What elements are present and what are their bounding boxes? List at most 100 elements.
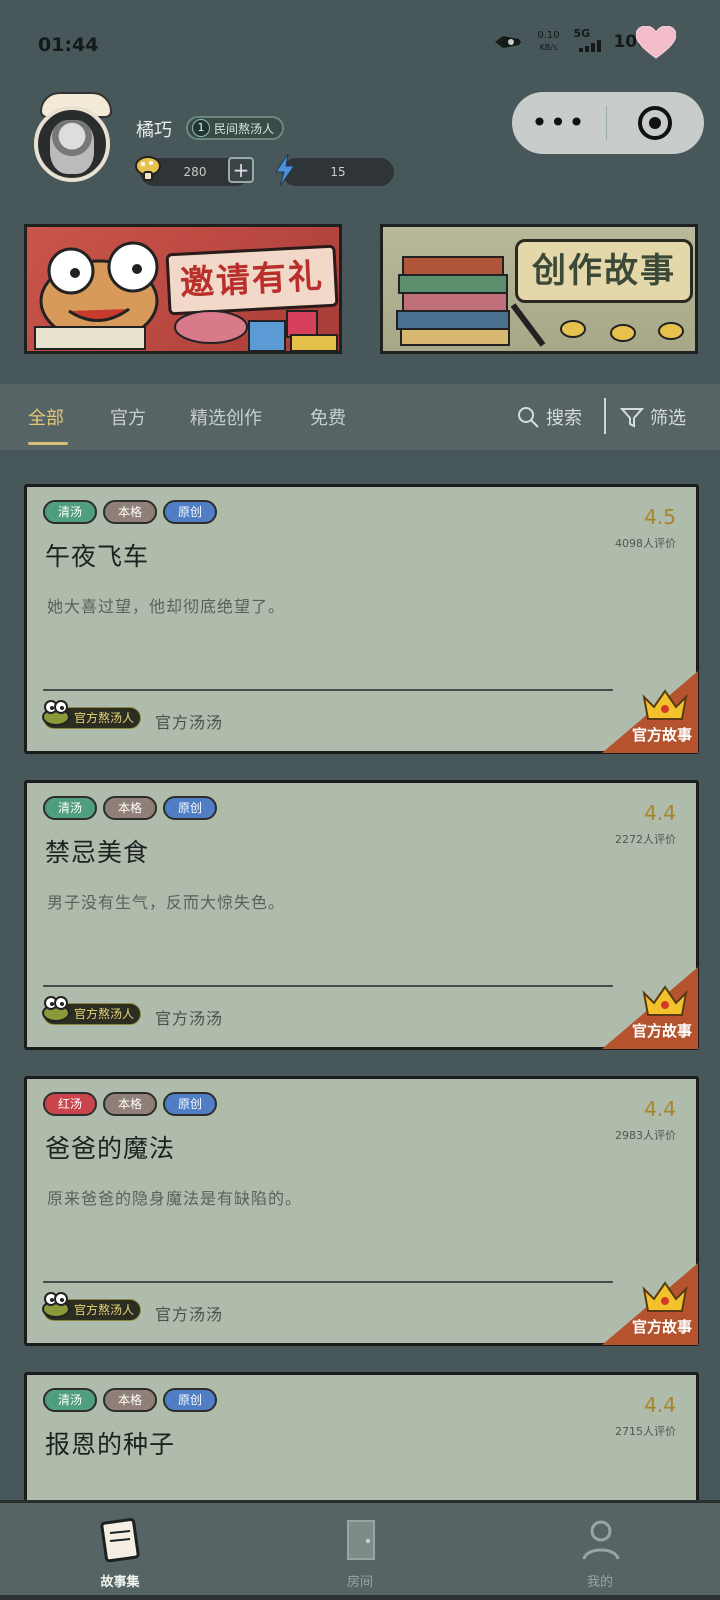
close-mini-program-button[interactable] <box>607 104 703 142</box>
story-card[interactable]: 清汤 本格 原创 4.5 4098人评价 午夜飞车 她大喜过望，他却彻底绝望了。… <box>24 484 699 754</box>
rating-score: 4.4 <box>644 801 676 825</box>
card-divider <box>43 689 613 691</box>
tag-genre: 本格 <box>103 500 157 524</box>
author-name[interactable]: 官方汤汤 <box>155 1301 223 1325</box>
search-icon <box>518 407 539 428</box>
story-card[interactable]: 清汤 本格 原创 4.4 2715人评价 报恩的种子 <box>24 1372 699 1512</box>
tab-featured[interactable]: 精选创作 <box>190 404 262 430</box>
person-icon <box>582 1520 620 1560</box>
crown-icon <box>642 689 688 720</box>
bottom-navigation: 故事集 房间 我的 <box>0 1500 720 1600</box>
target-icon <box>638 106 672 140</box>
avatar-photo <box>50 120 94 174</box>
energy-balance: 15 <box>282 158 394 186</box>
tab-official[interactable]: 官方 <box>110 404 146 430</box>
gift-boxes-illustration <box>174 310 338 351</box>
crown-icon <box>642 985 688 1016</box>
level-number: 1 <box>192 119 210 137</box>
tab-all[interactable]: 全部 <box>28 404 64 430</box>
nav-profile[interactable]: 我的 <box>480 1503 720 1600</box>
story-card[interactable]: 清汤 本格 原创 4.4 2272人评价 禁忌美食 男子没有生气，反而大惊失色。… <box>24 780 699 1050</box>
nav-profile-label: 我的 <box>586 1575 613 1590</box>
filter-button[interactable]: 筛选 <box>620 404 686 430</box>
story-book-icon <box>100 1517 140 1563</box>
avatar-ring <box>34 106 110 182</box>
tag-list: 清汤 本格 原创 <box>43 500 217 524</box>
heart-icon <box>636 26 676 59</box>
story-summary: 原来爸爸的隐身魔法是有缺陷的。 <box>47 1189 303 1208</box>
active-tab-indicator <box>28 442 68 445</box>
story-summary: 男子没有生气，反而大惊失色。 <box>47 893 286 912</box>
tag-soup-type: 清汤 <box>43 796 97 820</box>
tag-list: 清汤 本格 原创 <box>43 1388 217 1412</box>
tag-original: 原创 <box>163 500 217 524</box>
search-button[interactable]: 搜索 <box>516 404 582 430</box>
official-story-label: 官方故事 <box>631 726 692 744</box>
rating-score: 4.4 <box>644 1097 676 1121</box>
frog-avatar-icon <box>42 996 70 1022</box>
rating-score: 4.4 <box>644 1393 676 1417</box>
rating-count: 2272人评价 <box>615 833 676 846</box>
rating-score: 4.5 <box>644 505 676 529</box>
status-time: 01:44 <box>38 34 99 56</box>
rocket-icon <box>495 35 522 48</box>
user-level-badge: 1 民间熬汤人 <box>186 116 285 140</box>
tag-original: 原创 <box>163 796 217 820</box>
tag-soup-type: 红汤 <box>43 1092 97 1116</box>
lightning-icon <box>275 154 295 186</box>
tag-genre: 本格 <box>103 1092 157 1116</box>
rating-count: 2983人评价 <box>615 1129 676 1142</box>
nav-story-collection-label: 故事集 <box>100 1575 140 1590</box>
search-label: 搜索 <box>546 408 582 429</box>
avatar[interactable] <box>26 92 122 188</box>
frog-mascot-illustration <box>34 241 159 350</box>
tag-list: 清汤 本格 原创 <box>43 796 217 820</box>
gesture-bar <box>0 1595 720 1600</box>
tag-genre: 本格 <box>103 1388 157 1412</box>
door-icon <box>347 1520 375 1560</box>
create-story-banner-title: 创作故事 <box>515 239 693 303</box>
card-divider <box>43 1281 613 1283</box>
mushroom-icons <box>560 320 684 342</box>
net-speed: 0.10 KB/s <box>537 29 560 52</box>
nav-story-collection[interactable]: 故事集 <box>0 1503 240 1600</box>
tag-original: 原创 <box>163 1388 217 1412</box>
frog-avatar-icon <box>42 700 70 726</box>
tag-genre: 本格 <box>103 796 157 820</box>
username: 橘巧 <box>136 120 172 141</box>
more-menu-button[interactable]: ••• <box>512 92 606 154</box>
tag-original: 原创 <box>163 1092 217 1116</box>
invite-banner[interactable]: 邀请有礼 <box>24 224 342 354</box>
story-title: 报恩的种子 <box>45 1430 176 1459</box>
mini-program-capsule: ••• <box>512 92 704 154</box>
official-story-label: 官方故事 <box>631 1318 692 1336</box>
frog-avatar-icon <box>42 1292 70 1318</box>
author-name[interactable]: 官方汤汤 <box>155 1005 223 1029</box>
level-title: 民间熬汤人 <box>214 121 275 136</box>
story-card[interactable]: 红汤 本格 原创 4.4 2983人评价 爸爸的魔法 原来爸爸的隐身魔法是有缺陷… <box>24 1076 699 1346</box>
status-bar: 01:44 0.10KB/s 5G 100% <box>0 0 720 90</box>
story-title: 爸爸的魔法 <box>45 1134 176 1163</box>
tag-soup-type: 清汤 <box>43 500 97 524</box>
mushroom-coin-icon <box>135 156 161 181</box>
official-story-label: 官方故事 <box>631 1022 692 1040</box>
create-story-banner[interactable]: 创作故事 <box>380 224 698 354</box>
crown-icon <box>642 1281 688 1312</box>
nav-rooms-label: 房间 <box>346 1575 373 1590</box>
story-title: 午夜飞车 <box>45 542 150 571</box>
filter-icon <box>620 408 644 428</box>
story-summary: 她大喜过望，他却彻底绝望了。 <box>47 597 286 616</box>
filter-label: 筛选 <box>650 408 686 429</box>
author-name[interactable]: 官方汤汤 <box>155 709 223 733</box>
story-title: 禁忌美食 <box>45 838 150 867</box>
add-coins-button[interactable]: + <box>228 157 254 183</box>
rating-count: 4098人评价 <box>615 537 676 550</box>
tab-free[interactable]: 免费 <box>310 404 346 430</box>
nav-rooms[interactable]: 房间 <box>240 1503 480 1600</box>
tab-divider <box>604 398 606 434</box>
tag-list: 红汤 本格 原创 <box>43 1092 217 1116</box>
tag-soup-type: 清汤 <box>43 1388 97 1412</box>
rating-count: 2715人评价 <box>615 1425 676 1438</box>
category-tab-bar: 全部 官方 精选创作 免费 搜索 筛选 <box>0 384 720 450</box>
signal-5g: 5G <box>573 28 603 55</box>
